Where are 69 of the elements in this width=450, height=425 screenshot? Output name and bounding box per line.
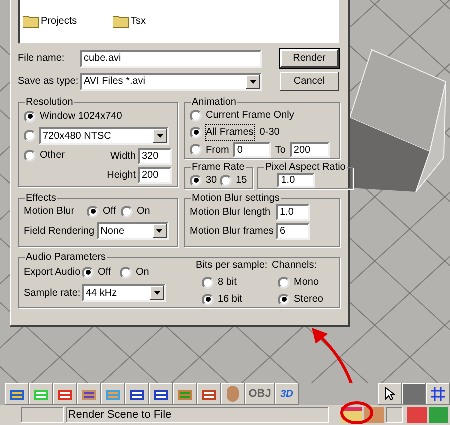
group-title: Frame Rate — [191, 162, 246, 173]
file-name-input[interactable]: cube.avi — [80, 50, 262, 68]
field-label: Field Rendering — [24, 224, 95, 238]
motion-blur-input[interactable]: 1.0 — [276, 204, 310, 221]
group-title: Pixel Aspect Ratio — [264, 162, 347, 173]
frame-rate-radio[interactable]: 15 — [220, 173, 248, 188]
field-label: File name: — [18, 52, 66, 66]
group-title: Animation — [191, 97, 238, 108]
field-label: Bits per sample: — [196, 259, 269, 273]
animation-radio[interactable]: Current Frame Only — [190, 108, 334, 123]
width-input[interactable]: 320 — [138, 148, 172, 165]
sample-rate-dropdown[interactable]: 44 kHz — [82, 284, 166, 302]
field-label: To — [275, 144, 286, 158]
to-frame-input[interactable]: 200 — [290, 142, 330, 158]
field-label: Motion Blur length — [190, 206, 272, 220]
animation-radio[interactable]: From — [190, 142, 230, 158]
folder-icon — [113, 15, 129, 28]
pointer-tool-button[interactable] — [378, 383, 402, 405]
obj-tool-button[interactable]: OBJ — [245, 383, 275, 405]
animation-radio[interactable]: All Frames — [190, 125, 254, 140]
grid-icon[interactable] — [426, 383, 450, 405]
resolution-radio[interactable]: Other — [24, 148, 66, 163]
highlight-circle — [340, 400, 374, 425]
file-type-dropdown[interactable]: AVI Files *.avi — [80, 72, 262, 90]
motion-blur-radio[interactable]: On — [121, 204, 155, 219]
frame-rate-radio[interactable]: 30 — [190, 173, 218, 188]
pointer-icon — [385, 387, 395, 401]
field-label: Save as type: — [18, 75, 80, 89]
group-title: Audio Parameters — [25, 252, 108, 263]
height-input[interactable]: 200 — [138, 167, 172, 184]
motion-blur-radio[interactable]: Off — [87, 204, 121, 219]
dialog-button[interactable]: Cancel — [280, 72, 339, 91]
field-label: Height — [107, 169, 136, 183]
file-list[interactable]: Projects Tsx — [18, 0, 339, 44]
aspect-ratio-input[interactable]: 1.0 — [277, 173, 316, 188]
field-label: Channels: — [272, 259, 318, 273]
resolution-radio[interactable] — [24, 130, 36, 142]
3d-tool-button[interactable]: 3D — [275, 383, 299, 405]
folder-name[interactable]: Projects — [41, 14, 78, 29]
channels-radio[interactable]: Mono — [278, 275, 324, 290]
solid-cube-icon[interactable] — [402, 383, 426, 405]
striped-block-icon[interactable] — [125, 383, 149, 405]
channels-radio[interactable]: Stereo — [278, 292, 324, 307]
status-panel — [386, 407, 404, 423]
motion-blur-input[interactable]: 6 — [276, 223, 310, 240]
dialog-button[interactable]: Render — [280, 49, 339, 68]
field-label: Export Audio — [24, 266, 82, 280]
group-title: Motion Blur settings — [191, 193, 281, 204]
folder-icon — [23, 15, 39, 28]
striped-block-icon[interactable] — [149, 383, 173, 405]
field-rendering-dropdown[interactable]: None — [96, 222, 169, 240]
from-frame-input[interactable]: 0 — [233, 142, 272, 158]
group-title: Effects — [25, 193, 58, 204]
folder-name[interactable]: Tsx — [131, 14, 146, 29]
bits-radio[interactable]: 8 bit — [202, 275, 272, 290]
resolution-radio[interactable]: Window 1024x740 — [24, 109, 122, 124]
bits-radio[interactable]: 16 bit — [202, 292, 272, 307]
status-panel — [21, 407, 64, 423]
field-label: Motion Blur — [24, 205, 76, 219]
export-audio-radio[interactable]: On — [120, 265, 158, 280]
status-text: Render Scene to File — [66, 407, 329, 423]
group-title: Resolution — [25, 97, 74, 108]
export-audio-radio[interactable]: Off — [82, 265, 120, 280]
field-label: Width — [110, 150, 136, 164]
field-label: Motion Blur frames — [190, 225, 275, 239]
frame-range-note: 0-30 — [260, 126, 280, 140]
face-icon[interactable] — [221, 383, 245, 405]
field-label: Sample rate: — [24, 286, 82, 300]
resolution-dropdown[interactable]: 720x480 NTSC — [39, 127, 169, 145]
